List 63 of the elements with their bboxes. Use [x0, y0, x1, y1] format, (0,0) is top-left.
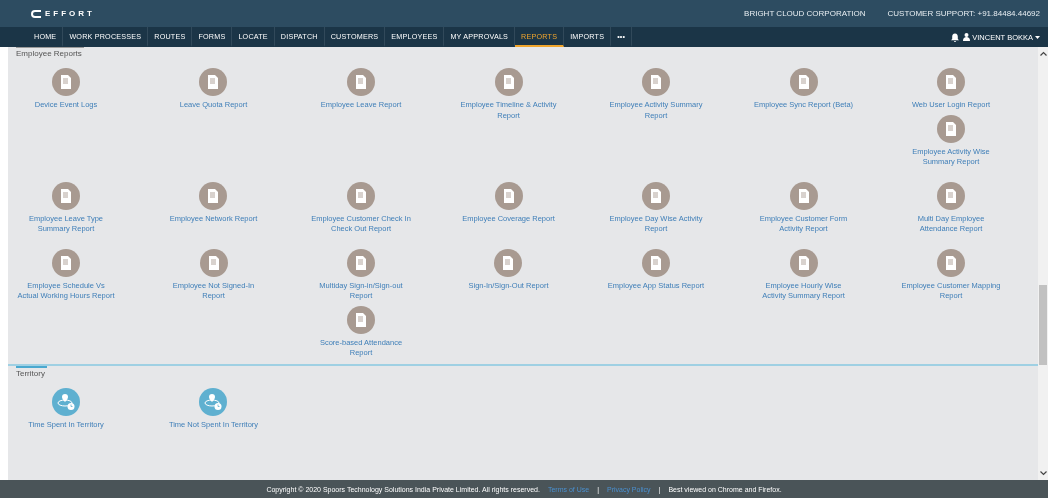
document-icon	[945, 255, 957, 270]
logo-icon	[28, 8, 42, 19]
document-icon	[945, 188, 957, 203]
report-icon-circle[interactable]	[199, 68, 228, 96]
document-icon	[355, 75, 367, 89]
location-clock-icon	[57, 393, 75, 410]
report-icon-circle[interactable]	[52, 68, 80, 96]
document-icon	[355, 188, 367, 203]
document-icon	[60, 255, 72, 270]
report-icon-circle[interactable]	[52, 181, 80, 210]
report-icon-circle[interactable]	[789, 248, 818, 277]
report-icon-circle[interactable]	[347, 305, 375, 334]
document-icon	[207, 75, 220, 89]
document-icon	[945, 121, 957, 136]
document-icon	[355, 312, 367, 327]
document-icon	[502, 75, 515, 89]
report-icon-circle[interactable]	[199, 181, 228, 210]
section-title: Territory	[16, 368, 46, 378]
logo-text: EFFORT	[45, 9, 95, 18]
report-icon-circle[interactable]	[52, 248, 80, 277]
report-icon-circle[interactable]	[347, 248, 375, 277]
document-icon	[650, 188, 662, 203]
report-icon-circle[interactable]	[789, 181, 818, 210]
report-icon-circle[interactable]	[494, 248, 523, 277]
document-icon	[207, 255, 220, 270]
report-icon-circle[interactable]	[642, 248, 670, 277]
document-icon	[650, 255, 662, 270]
document-icon	[60, 75, 72, 89]
report-icon-circle[interactable]	[347, 68, 375, 96]
location-clock-icon	[204, 393, 223, 410]
support-number: CUSTOMER SUPPORT: +91.84484.44692	[887, 9, 1040, 18]
report-icon-circle[interactable]	[642, 68, 670, 96]
scrollbar[interactable]	[1038, 47, 1048, 480]
company-name: BRIGHT CLOUD CORPORATION	[744, 9, 866, 18]
report-icon-circle[interactable]	[52, 387, 80, 416]
bell-icon[interactable]	[951, 32, 960, 42]
report-icon-circle[interactable]	[789, 68, 818, 96]
document-icon	[355, 255, 367, 270]
report-icon-circle[interactable]	[347, 181, 375, 210]
document-icon	[650, 75, 662, 89]
report-icon-circle[interactable]	[937, 248, 965, 277]
scroll-thumb[interactable]	[1039, 285, 1047, 365]
document-icon	[797, 255, 810, 270]
scroll-up-icon[interactable]	[1039, 51, 1047, 56]
document-icon	[502, 188, 515, 203]
document-icon	[502, 255, 515, 270]
document-icon	[945, 75, 957, 89]
report-icon-circle[interactable]	[937, 181, 965, 210]
report-icon-circle[interactable]	[937, 114, 965, 143]
caret-icon	[1035, 35, 1040, 39]
report-icon-circle[interactable]	[642, 181, 670, 210]
report-icon-circle[interactable]	[494, 68, 523, 96]
report-icon-circle[interactable]	[494, 181, 523, 210]
document-icon	[797, 188, 810, 203]
user-icon	[963, 33, 971, 41]
document-icon	[60, 188, 72, 203]
report-icon-circle[interactable]	[937, 68, 965, 96]
report-icon-circle[interactable]	[199, 248, 228, 277]
report-icon-circle[interactable]	[199, 387, 228, 416]
scroll-down-icon[interactable]	[1039, 471, 1047, 476]
document-icon	[207, 188, 220, 203]
section-title: Employee Reports	[16, 49, 83, 58]
document-icon	[797, 75, 810, 89]
